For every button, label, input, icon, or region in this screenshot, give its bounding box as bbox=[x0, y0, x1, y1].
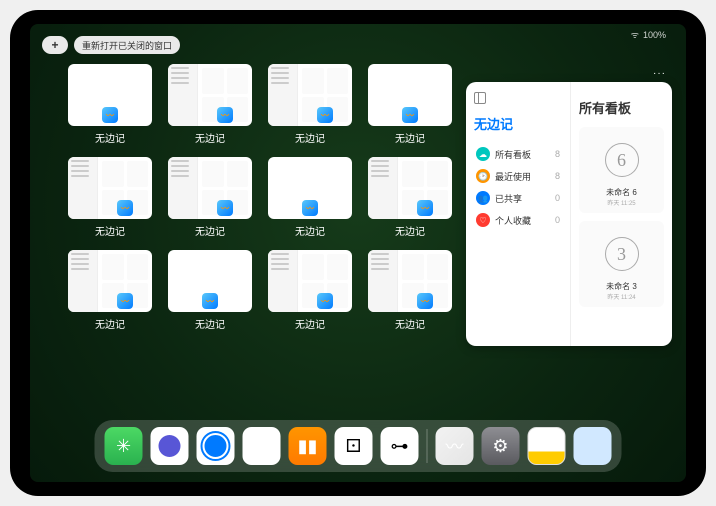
stage-content: 所有看板 6 未命名 6昨天 11:25 3 未命名 3昨天 11:24 bbox=[571, 82, 672, 346]
window-thumbnail[interactable]: 无边记 bbox=[168, 157, 252, 238]
window-thumbnail[interactable]: 无边记 bbox=[368, 250, 452, 331]
books-icon[interactable]: ▮▮ bbox=[289, 427, 327, 465]
window-thumbnail-label: 无边记 bbox=[395, 223, 425, 238]
freeform-app-icon bbox=[202, 293, 218, 309]
board-date: 昨天 11:24 bbox=[585, 292, 658, 301]
wifi-icon: ᯤ bbox=[631, 28, 639, 41]
window-thumbnail-label: 无边记 bbox=[95, 223, 125, 238]
stage-window[interactable]: 无边记 ☁所有看板8🕑最近使用8👥已共享0♡个人收藏0 所有看板 6未命名 6昨… bbox=[466, 82, 672, 346]
board-date: 昨天 11:25 bbox=[585, 198, 658, 207]
window-thumbnail[interactable]: 无边记 bbox=[368, 157, 452, 238]
app-library-icon[interactable] bbox=[574, 427, 612, 465]
board-name: 未命名 6 bbox=[585, 187, 658, 198]
window-thumbnail[interactable]: 无边记 bbox=[68, 64, 152, 145]
nav-label: 已共享 bbox=[495, 192, 522, 205]
window-thumbnail[interactable]: 无边记 bbox=[168, 64, 252, 145]
board-card[interactable]: 6 未命名 6昨天 11:25 bbox=[579, 127, 664, 213]
window-thumbnail-label: 无边记 bbox=[395, 316, 425, 331]
window-thumbnail[interactable]: 无边记 bbox=[368, 64, 452, 145]
dock-separator bbox=[427, 429, 428, 463]
settings-icon[interactable]: ⚙ bbox=[482, 427, 520, 465]
sidebar-nav-item[interactable]: ☁ 所有看板 8 bbox=[474, 143, 562, 165]
window-thumbnail-label: 无边记 bbox=[95, 316, 125, 331]
notes-icon[interactable] bbox=[528, 427, 566, 465]
freeform-app-icon bbox=[302, 200, 318, 216]
window-thumbnail-label: 无边记 bbox=[395, 130, 425, 145]
wechat-icon[interactable]: ✳ bbox=[105, 427, 143, 465]
battery-text: 100% bbox=[643, 30, 666, 40]
window-thumbnail[interactable]: 无边记 bbox=[268, 250, 352, 331]
nav-icon: ☁ bbox=[476, 147, 490, 161]
window-thumbnail[interactable]: 无边记 bbox=[68, 157, 152, 238]
graph-icon[interactable]: ⊶ bbox=[381, 427, 419, 465]
freeform-app-icon bbox=[417, 200, 433, 216]
freeform-app-icon bbox=[317, 293, 333, 309]
freeform-app-icon bbox=[402, 107, 418, 123]
freeform-app-icon bbox=[102, 107, 118, 123]
stage-more-icon[interactable]: ··· bbox=[653, 68, 666, 79]
board-sketch: 3 bbox=[605, 237, 639, 271]
freeform-app-icon bbox=[417, 293, 433, 309]
board-sketch: 6 bbox=[605, 143, 639, 177]
board-card[interactable]: 3 未命名 3昨天 11:24 bbox=[579, 221, 664, 307]
sidebar-nav-item[interactable]: ♡ 个人收藏 0 bbox=[474, 209, 562, 231]
nav-icon: ♡ bbox=[476, 213, 490, 227]
freeform-icon[interactable]: 〰 bbox=[436, 427, 474, 465]
quark-hd-icon[interactable] bbox=[151, 427, 189, 465]
window-thumbnail[interactable]: 无边记 bbox=[168, 250, 252, 331]
nav-count: 0 bbox=[555, 215, 560, 225]
nav-count: 0 bbox=[555, 193, 560, 203]
window-thumbnail-label: 无边记 bbox=[295, 223, 325, 238]
window-thumbnail-label: 无边记 bbox=[195, 316, 225, 331]
window-thumbnail[interactable]: 无边记 bbox=[68, 250, 152, 331]
window-thumbnail[interactable]: 无边记 bbox=[268, 64, 352, 145]
nav-icon: 🕑 bbox=[476, 169, 490, 183]
window-thumbnail-label: 无边记 bbox=[195, 130, 225, 145]
status-bar: ᯤ 100% bbox=[631, 28, 666, 41]
freeform-app-icon bbox=[117, 200, 133, 216]
nav-label: 最近使用 bbox=[495, 170, 531, 183]
stage-content-title: 所有看板 bbox=[579, 98, 664, 117]
freeform-app-icon bbox=[217, 200, 233, 216]
reopen-closed-button[interactable]: 重新打开已关闭的窗口 bbox=[74, 36, 180, 54]
quark-icon[interactable] bbox=[197, 427, 235, 465]
ipad-frame: ᯤ 100% + 重新打开已关闭的窗口 无边记无边记无边记无边记无边记无边记无边… bbox=[10, 10, 706, 496]
window-thumbnail[interactable]: 无边记 bbox=[268, 157, 352, 238]
window-thumbnail-label: 无边记 bbox=[195, 223, 225, 238]
nav-label: 个人收藏 bbox=[495, 214, 531, 227]
freeform-app-icon bbox=[317, 107, 333, 123]
freeform-app-icon bbox=[217, 107, 233, 123]
add-button[interactable]: + bbox=[42, 36, 68, 54]
freeform-app-icon bbox=[117, 293, 133, 309]
sidebar-nav-item[interactable]: 👥 已共享 0 bbox=[474, 187, 562, 209]
screen: ᯤ 100% + 重新打开已关闭的窗口 无边记无边记无边记无边记无边记无边记无边… bbox=[30, 24, 686, 482]
stage-sidebar: 无边记 ☁ 所有看板 8 🕑 最近使用 8 👥 已共享 0 ♡ 个人收藏 0 bbox=[466, 82, 571, 346]
stage-sidebar-title: 无边记 bbox=[474, 114, 562, 133]
window-thumbnail-label: 无边记 bbox=[295, 316, 325, 331]
nav-count: 8 bbox=[555, 171, 560, 181]
window-thumbnail-label: 无边记 bbox=[95, 130, 125, 145]
nav-label: 所有看板 bbox=[495, 148, 531, 161]
sidebar-nav-item[interactable]: 🕑 最近使用 8 bbox=[474, 165, 562, 187]
top-bar: + 重新打开已关闭的窗口 bbox=[42, 36, 180, 54]
nav-count: 8 bbox=[555, 149, 560, 159]
nav-icon: 👥 bbox=[476, 191, 490, 205]
sidebar-toggle-icon[interactable] bbox=[474, 92, 486, 104]
play-icon[interactable]: ▶ bbox=[243, 427, 281, 465]
app-expose-grid: 无边记无边记无边记无边记无边记无边记无边记无边记无边记无边记无边记无边记 bbox=[68, 64, 452, 331]
dock: ✳ ▶▮▮⚀⊶ 〰⚙ bbox=[95, 420, 622, 472]
window-thumbnail-label: 无边记 bbox=[295, 130, 325, 145]
dice-icon[interactable]: ⚀ bbox=[335, 427, 373, 465]
board-name: 未命名 3 bbox=[585, 281, 658, 292]
